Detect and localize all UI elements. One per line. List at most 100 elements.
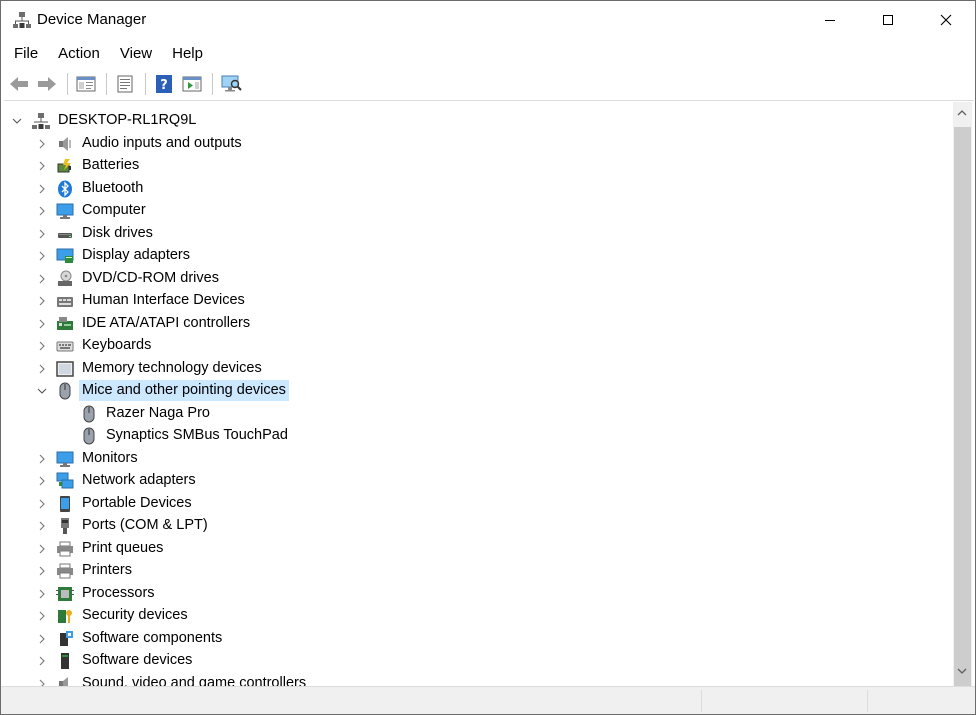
chevron-right-icon[interactable] [37,341,47,351]
title-bar[interactable]: Device Manager [1,1,975,39]
tree-category-ide-ata-atapi-controllers[interactable]: IDE ATA/ATAPI controllers [4,313,944,335]
menu-help[interactable]: Help [164,41,211,67]
expander-toggle[interactable] [36,183,48,195]
tree-category-print-queues[interactable]: Print queues [4,538,944,560]
tree-category-display-adapters[interactable]: Display adapters [4,245,944,267]
tree-category-mice-and-other-pointing-devices[interactable]: Mice and other pointing devices [4,380,944,402]
chevron-right-icon[interactable] [37,274,47,284]
speaker-icon [59,136,71,151]
chevron-right-icon[interactable] [37,544,47,554]
vertical-scrollbar[interactable] [953,102,972,690]
chevron-right-icon[interactable] [37,611,47,621]
chevron-right-icon[interactable] [37,499,47,509]
tree-category-processors[interactable]: Processors [4,583,944,605]
tree-category-disk-drives[interactable]: Disk drives [4,223,944,245]
chevron-right-icon[interactable] [37,139,47,149]
chevron-right-icon[interactable] [37,454,47,464]
toolbar-separator [106,72,107,95]
expander-toggle[interactable] [36,363,48,375]
expander-toggle[interactable] [36,610,48,622]
help-button[interactable]: ? [151,71,177,97]
expander-toggle[interactable] [36,588,48,600]
chevron-down-icon[interactable] [12,116,22,126]
chevron-right-icon[interactable] [37,589,47,599]
forward-button[interactable] [34,71,60,97]
chevron-right-icon[interactable] [37,566,47,576]
maximize-button[interactable] [859,1,917,39]
expander-toggle[interactable] [36,565,48,577]
tree-category-monitors[interactable]: Monitors [4,448,944,470]
expander-toggle[interactable] [36,498,48,510]
tree-category-sound-video-and-game-controllers[interactable]: Sound, video and game controllers [4,673,944,687]
chevron-right-icon[interactable] [37,319,47,329]
tree-node-label: Keyboards [82,337,152,353]
expander-toggle[interactable] [36,160,48,172]
minimize-button[interactable] [801,1,859,39]
chevron-right-icon[interactable] [37,251,47,261]
expander-toggle[interactable] [36,520,48,532]
expander-toggle[interactable] [36,228,48,240]
tree-category-dvd-cd-rom-drives[interactable]: DVD/CD-ROM drives [4,268,944,290]
chevron-right-icon[interactable] [37,184,47,194]
show-hide-console-tree-button[interactable] [73,71,99,97]
scroll-down-arrow-icon[interactable] [957,668,967,674]
tree-category-human-interface-devices[interactable]: Human Interface Devices [4,290,944,312]
expander-toggle[interactable] [36,543,48,555]
chevron-right-icon[interactable] [37,161,47,171]
expander-toggle[interactable] [36,273,48,285]
tree-category-computer[interactable]: Computer [4,200,944,222]
chevron-right-icon[interactable] [37,476,47,486]
back-button[interactable] [6,71,32,97]
tree-node-label: Sound, video and game controllers [82,674,307,687]
tree-category-software-components[interactable]: Software components [4,628,944,650]
show-action-pane-button[interactable] [179,71,205,97]
expander-toggle[interactable] [36,295,48,307]
tree-root-computer[interactable]: DESKTOP-RL1RQ9L [4,110,944,132]
tree-category-batteries[interactable]: Batteries [4,155,944,177]
expander-toggle[interactable] [36,453,48,465]
chevron-right-icon[interactable] [37,229,47,239]
menu-file[interactable]: File [6,41,46,67]
menu-view[interactable]: View [112,41,160,67]
tree-category-ports-com-lpt[interactable]: Ports (COM & LPT) [4,515,944,537]
chevron-right-icon[interactable] [37,206,47,216]
scrollbar-thumb[interactable] [954,127,971,690]
expander-toggle[interactable] [36,655,48,667]
expander-toggle[interactable] [36,633,48,645]
expander-toggle[interactable] [36,318,48,330]
tree-category-network-adapters[interactable]: Network adapters [4,470,944,492]
expander-toggle[interactable] [36,385,48,397]
tree-category-portable-devices[interactable]: Portable Devices [4,493,944,515]
tree-category-security-devices[interactable]: Security devices [4,605,944,627]
chevron-right-icon[interactable] [37,656,47,666]
chevron-right-icon[interactable] [37,521,47,531]
device-tree[interactable]: DESKTOP-RL1RQ9L Audio inputs and outputs B… [4,100,974,686]
expander-toggle[interactable] [36,138,48,150]
close-button[interactable] [917,1,975,39]
expander-toggle[interactable] [36,250,48,262]
scan-hardware-changes-button[interactable] [218,71,244,97]
tree-category-bluetooth[interactable]: Bluetooth [4,178,944,200]
chevron-right-icon[interactable] [37,296,47,306]
properties-button[interactable] [112,71,138,97]
expander-toggle[interactable] [36,205,48,217]
tree-device-item[interactable]: Razer Naga Pro [4,403,944,425]
scroll-up-arrow-icon[interactable] [957,110,967,116]
expander-toggle[interactable] [36,678,48,687]
menu-action[interactable]: Action [50,41,108,67]
tree-category-memory-technology-devices[interactable]: Memory technology devices [4,358,944,380]
chevron-right-icon[interactable] [37,364,47,374]
tree-category-audio-inputs-and-outputs[interactable]: Audio inputs and outputs [4,133,944,155]
computer-icon [56,203,74,219]
chevron-down-icon[interactable] [37,386,47,396]
chevron-right-icon[interactable] [37,634,47,644]
tree-category-printers[interactable]: Printers [4,560,944,582]
chevron-right-icon[interactable] [37,679,47,687]
tree-category-software-devices[interactable]: Software devices [4,650,944,672]
expander-toggle[interactable] [11,115,23,127]
expander-toggle[interactable] [36,340,48,352]
tree-node-label: Memory technology devices [82,359,262,376]
tree-category-keyboards[interactable]: Keyboards [4,335,944,357]
tree-device-item[interactable]: Synaptics SMBus TouchPad [4,425,944,447]
expander-toggle[interactable] [36,475,48,487]
